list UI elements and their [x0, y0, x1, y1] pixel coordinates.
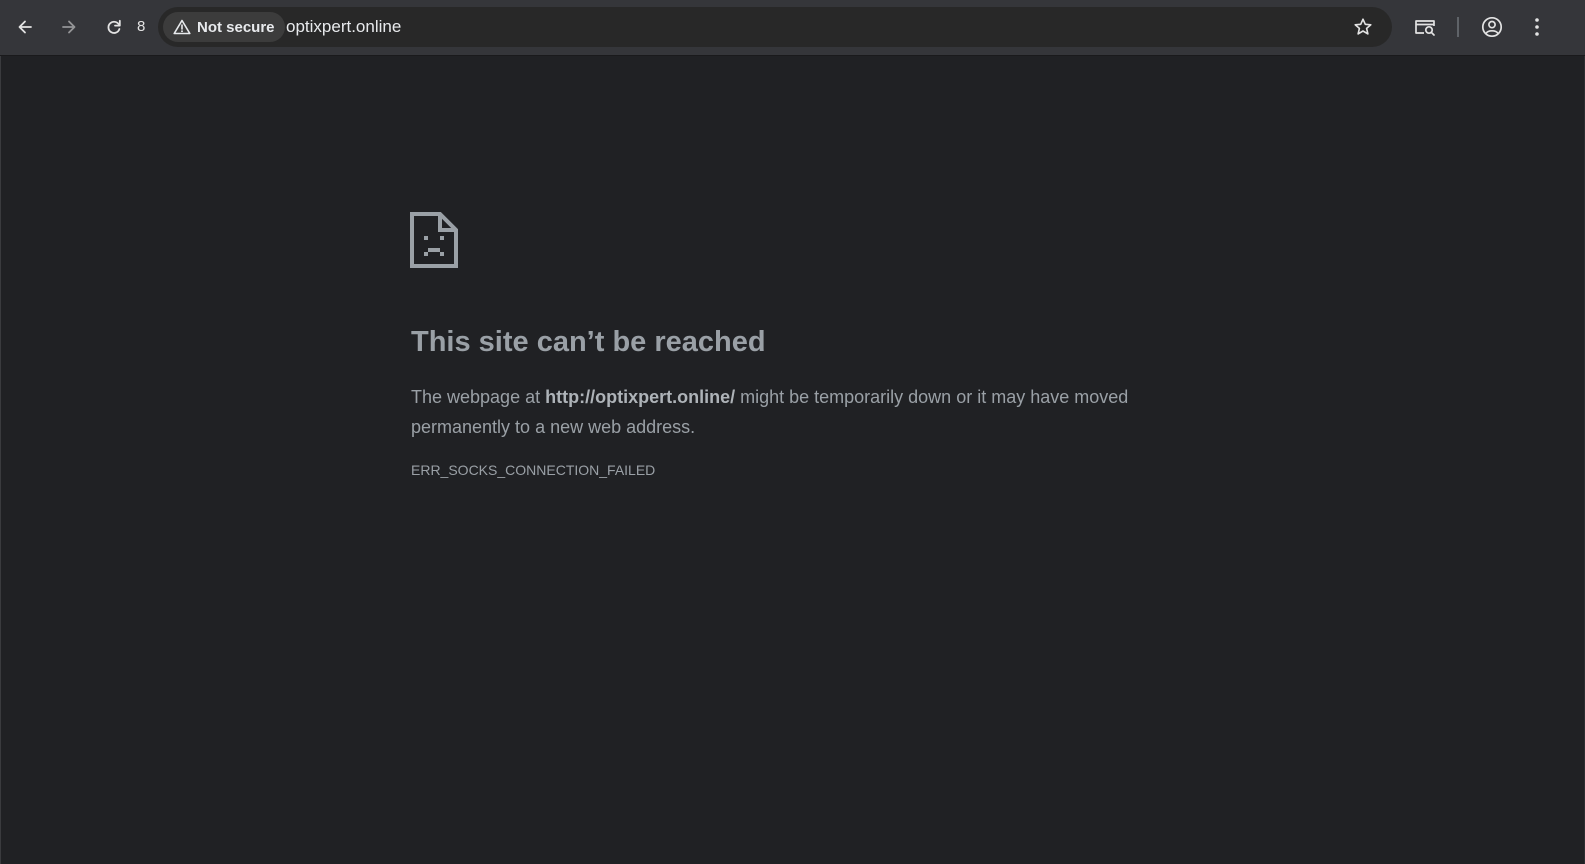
- error-description: The webpage at http://optixpert.online/ …: [411, 382, 1131, 442]
- omnibox[interactable]: Not secure optixpert.online: [158, 7, 1392, 47]
- error-desc-url: http://optixpert.online/: [545, 387, 736, 407]
- arrow-left-icon: [18, 20, 32, 34]
- bookmark-button[interactable]: [1346, 10, 1380, 44]
- warning-triangle-icon: [173, 19, 191, 35]
- reload-count-badge: 8: [137, 18, 146, 35]
- page-content: This site can’t be reached The webpage a…: [0, 56, 1565, 864]
- arrow-right-icon: [62, 20, 76, 34]
- url-text[interactable]: optixpert.online: [286, 16, 401, 38]
- star-icon: [1354, 18, 1372, 35]
- tab-search-button[interactable]: [1408, 10, 1442, 44]
- profile-icon: [1481, 16, 1503, 38]
- tab-search-icon: [1415, 20, 1435, 36]
- kebab-menu-icon: [1535, 18, 1539, 36]
- reload-button[interactable]: [97, 10, 131, 44]
- back-button[interactable]: [8, 10, 42, 44]
- sad-document-icon: [410, 212, 458, 268]
- browser-window: 8 Not secure optixpert.online This site …: [0, 0, 1585, 864]
- toolbar-divider: [1457, 17, 1459, 37]
- browser-toolbar: 8 Not secure optixpert.online: [0, 0, 1585, 56]
- security-indicator-chip[interactable]: Not secure: [163, 12, 285, 42]
- error-desc-prefix: The webpage at: [411, 387, 546, 407]
- menu-button[interactable]: [1520, 10, 1554, 44]
- profile-button[interactable]: [1475, 10, 1509, 44]
- error-code: ERR_SOCKS_CONNECTION_FAILED: [411, 462, 656, 478]
- security-label: Not secure: [197, 18, 275, 36]
- forward-button[interactable]: [52, 10, 86, 44]
- error-title: This site can’t be reached: [411, 326, 766, 358]
- reload-icon: [107, 19, 121, 34]
